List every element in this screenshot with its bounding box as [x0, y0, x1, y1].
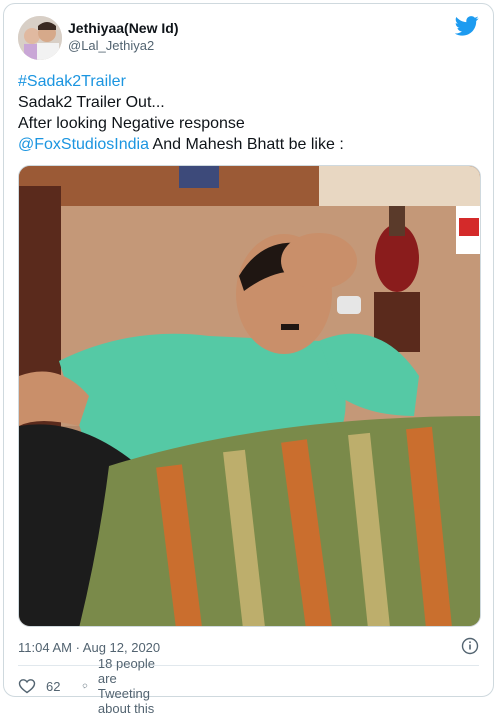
conversation-button[interactable]: 18 people are Tweeting about this [82, 656, 162, 716]
tweet-header: Jethiyaa(New Id) @Lal_Jethiya2 [18, 16, 479, 60]
user-handle[interactable]: @Lal_Jethiya2 [68, 37, 178, 54]
tweet-line-3-text: And Mahesh Bhatt be like : [148, 136, 344, 153]
tweet-timestamp[interactable]: 11:04 AM · Aug 12, 2020 [18, 640, 160, 655]
like-button[interactable]: 62 [18, 676, 60, 696]
display-name[interactable]: Jethiyaa(New Id) [68, 20, 178, 37]
hashtag-link[interactable]: #Sadak2Trailer [18, 73, 126, 90]
like-count: 62 [46, 678, 61, 694]
info-icon[interactable] [461, 637, 479, 655]
media-illustration [19, 166, 480, 626]
author-block[interactable]: Jethiyaa(New Id) @Lal_Jethiya2 [68, 20, 178, 54]
tweet-line-3: @FoxStudiosIndia And Mahesh Bhatt be lik… [18, 134, 479, 155]
mention-link[interactable]: @FoxStudiosIndia [18, 136, 149, 153]
tweet-card: Jethiyaa(New Id) @Lal_Jethiya2 #Sadak2Tr… [3, 3, 494, 716]
tweet-line-2: After looking Negative response [18, 115, 245, 132]
tweet-media-image[interactable] [18, 165, 481, 627]
tweet-line-1: Sadak2 Trailer Out... [18, 94, 165, 111]
twitter-bird-icon[interactable] [455, 16, 479, 36]
avatar-image [18, 16, 62, 60]
avatar[interactable] [18, 16, 62, 60]
comment-icon [82, 683, 88, 689]
conversation-label: 18 people are Tweeting about this [97, 656, 156, 716]
actions-divider [18, 665, 479, 666]
tweet-text: #Sadak2Trailer Sadak2 Trailer Out... Aft… [18, 71, 479, 155]
heart-icon [18, 679, 36, 694]
